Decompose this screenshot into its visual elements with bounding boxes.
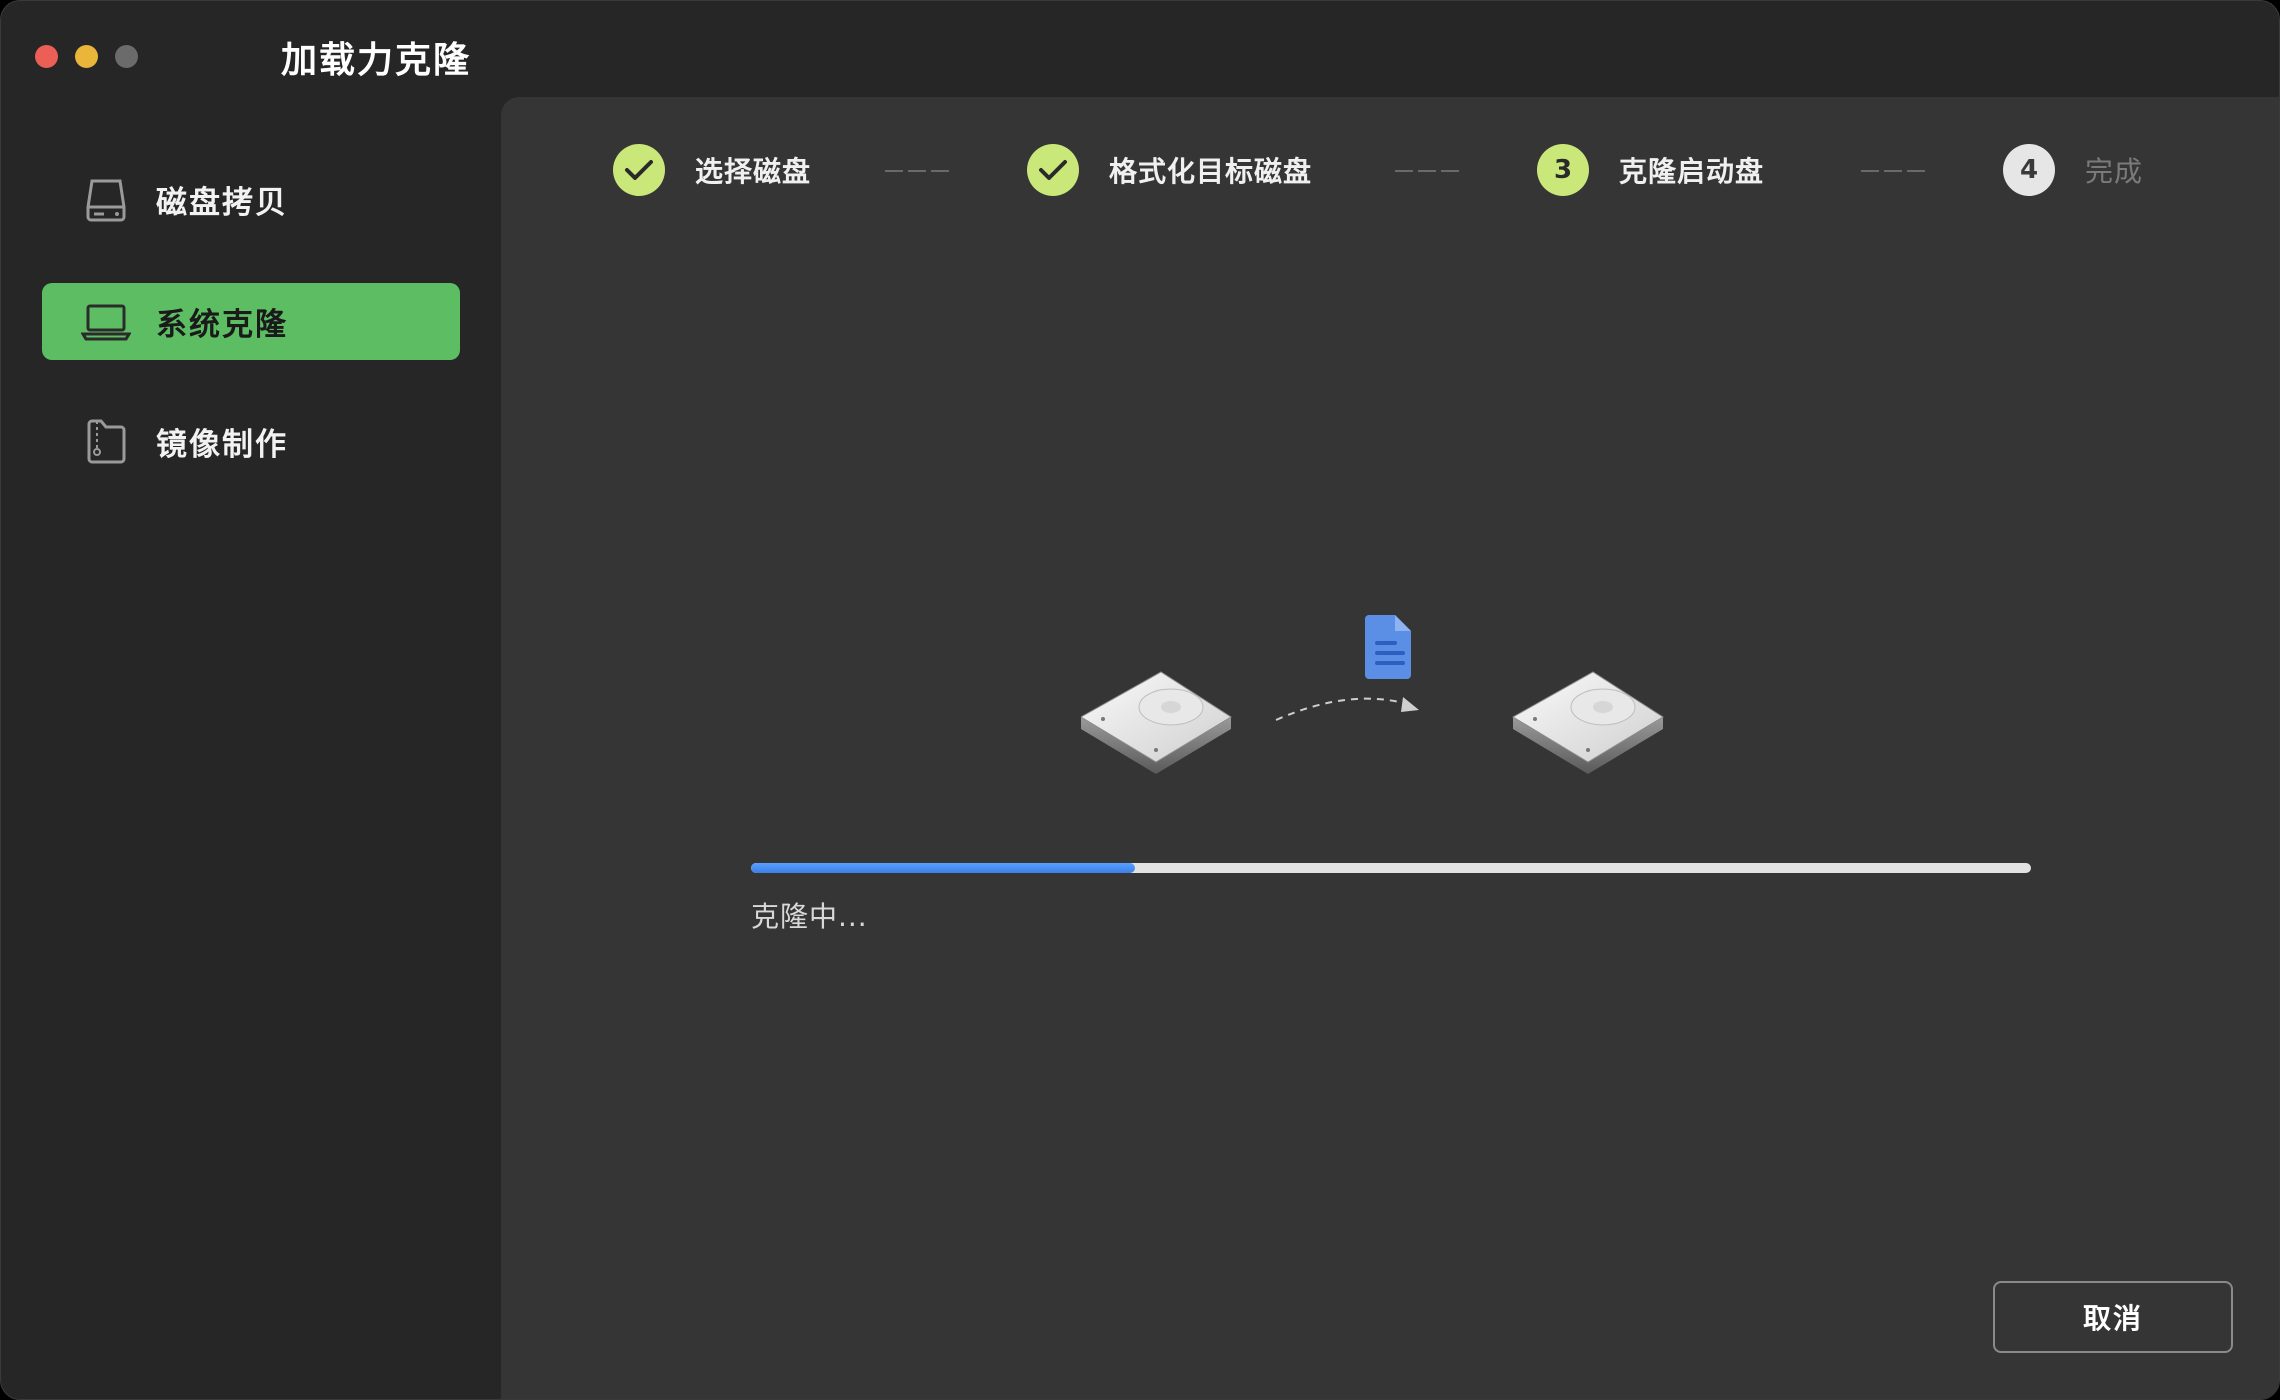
step-label: 完成 [2085,155,2144,188]
source-drive-icon [1081,671,1232,774]
step-separator [1395,170,1459,172]
drive-icon [76,170,136,230]
step-finish: 4 完成 [2003,144,2143,196]
step-number: 3 [1537,144,1589,196]
step-format-target: 格式化目标磁盘 [1027,144,1312,196]
app-window: 加载力克隆 磁盘拷贝 系统克隆 镜像制作 选择磁盘 格式化目标磁盘 3 克隆启动… [0,0,2280,1400]
disk-image-icon [76,412,136,472]
transfer-arrow-icon [1275,697,1412,721]
close-window-button[interactable] [35,45,58,68]
check-icon [1027,144,1079,196]
step-label: 格式化目标磁盘 [1109,155,1313,188]
sidebar: 磁盘拷贝 系统克隆 镜像制作 [1,97,501,1399]
step-label: 选择磁盘 [695,155,812,188]
main-panel: 选择磁盘 格式化目标磁盘 3 克隆启动盘 4 完成 克隆中... 取消 [501,97,2279,1399]
step-separator [885,170,949,172]
step-label: 克隆启动盘 [1619,155,1765,188]
step-select-disk: 选择磁盘 [613,144,811,196]
zoom-window-button[interactable] [115,45,138,68]
target-drive-icon [1512,671,1664,774]
progress-status: 克隆中... [751,900,868,933]
clone-progress-bar [751,863,2031,873]
laptop-icon [76,292,136,352]
step-clone-boot-disk: 3 克隆启动盘 [1537,144,1764,196]
minimize-window-button[interactable] [75,45,98,68]
step-number: 4 [2003,144,2055,196]
sidebar-item-system-clone[interactable]: 系统克隆 [42,283,460,360]
sidebar-item-label: 镜像制作 [156,427,288,463]
sidebar-item-image-creation[interactable]: 镜像制作 [42,403,460,480]
sidebar-item-label: 系统克隆 [156,307,288,343]
step-separator [1861,170,1925,172]
cancel-button[interactable]: 取消 [1993,1281,2233,1353]
window-controls [35,45,138,68]
sidebar-item-label: 磁盘拷贝 [156,185,288,221]
document-icon [1365,615,1411,679]
sidebar-item-disk-copy[interactable]: 磁盘拷贝 [42,161,460,238]
check-icon [613,144,665,196]
app-title: 加载力克隆 [281,40,472,81]
progress-fill [751,863,1135,873]
clone-illustration [1081,615,1664,774]
